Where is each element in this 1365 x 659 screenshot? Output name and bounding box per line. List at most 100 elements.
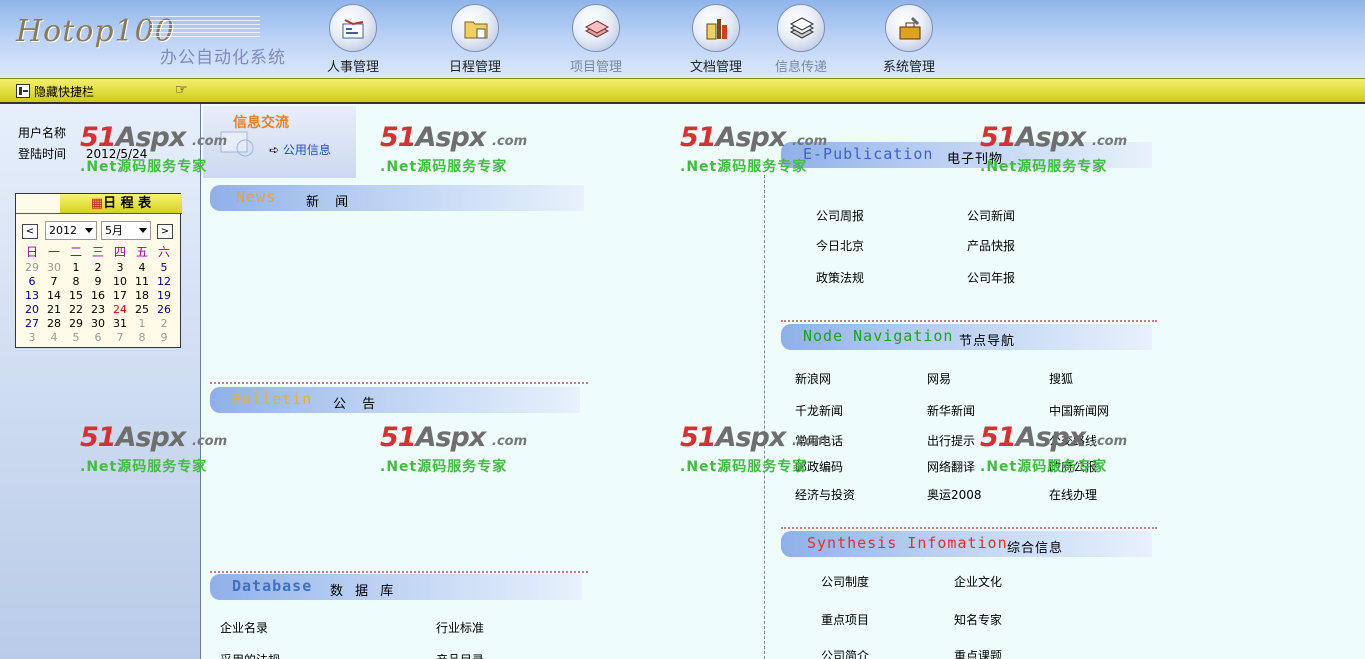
calendar-day[interactable]: 29 bbox=[21, 261, 43, 275]
calendar-day[interactable]: 3 bbox=[109, 261, 131, 275]
calendar-day[interactable]: 30 bbox=[87, 317, 109, 331]
node-link[interactable]: 网易 bbox=[927, 370, 951, 387]
calendar-day[interactable]: 18 bbox=[131, 289, 153, 303]
node-link[interactable]: 中国新闻网 bbox=[1049, 402, 1109, 419]
epub-link[interactable]: 今日北京 bbox=[816, 237, 864, 254]
calendar-day[interactable]: 4 bbox=[43, 331, 65, 345]
calendar-day[interactable]: 27 bbox=[21, 317, 43, 331]
nav-schedule-label: 日程管理 bbox=[448, 60, 501, 75]
synthesis-title-en: Synthesis Infomation bbox=[807, 534, 1008, 552]
calendar-day[interactable]: 28 bbox=[43, 317, 65, 331]
synthesis-link[interactable]: 重点项目 bbox=[821, 611, 869, 628]
documents-icon bbox=[692, 4, 740, 52]
calendar-day[interactable]: 6 bbox=[21, 275, 43, 289]
header-banner: Hotop100 办公自动化系统 人事管理 日程管理 项目管理 文档管理 信息传… bbox=[0, 0, 1365, 78]
calendar-day[interactable]: 5 bbox=[153, 261, 175, 275]
month-select[interactable]: 5月 bbox=[101, 221, 151, 240]
calendar-day[interactable]: 23 bbox=[87, 303, 109, 317]
database-link[interactable]: 行业标准 bbox=[436, 619, 484, 636]
calendar-day[interactable]: 5 bbox=[65, 331, 87, 345]
divider bbox=[781, 320, 1157, 322]
node-link[interactable]: 邮政编码 bbox=[795, 458, 843, 475]
nav-documents[interactable]: 文档管理 bbox=[676, 2, 756, 76]
node-link[interactable]: 常用电话 bbox=[795, 432, 843, 449]
calendar-day[interactable]: 17 bbox=[109, 289, 131, 303]
calendar-day[interactable]: 2 bbox=[87, 261, 109, 275]
calendar-day[interactable]: 8 bbox=[131, 331, 153, 345]
calendar-day[interactable]: 30 bbox=[43, 261, 65, 275]
calendar-day[interactable]: 1 bbox=[131, 317, 153, 331]
synthesis-link[interactable]: 重点课题 bbox=[954, 647, 1002, 659]
calendar-day[interactable]: 26 bbox=[153, 303, 175, 317]
calendar-day[interactable]: 6 bbox=[87, 331, 109, 345]
calendar-day[interactable]: 15 bbox=[65, 289, 87, 303]
nav-system[interactable]: 系统管理 bbox=[869, 2, 949, 76]
login-time-label: 登陆时间 bbox=[18, 147, 67, 161]
node-link[interactable]: 网络翻译 bbox=[927, 458, 975, 475]
calendar-day[interactable]: 8 bbox=[65, 275, 87, 289]
node-link[interactable]: 搜狐 bbox=[1049, 370, 1073, 387]
nav-system-label: 系统管理 bbox=[882, 60, 935, 75]
weekday-label: 三 bbox=[91, 245, 104, 259]
calendar-day[interactable]: 25 bbox=[131, 303, 153, 317]
calendar-day[interactable]: 13 bbox=[21, 289, 43, 303]
pointing-hand-icon[interactable]: ☞ bbox=[175, 82, 188, 98]
calendar-day[interactable]: 3 bbox=[21, 331, 43, 345]
node-link[interactable]: 在线办理 bbox=[1049, 486, 1097, 503]
calendar-day[interactable]: 4 bbox=[131, 261, 153, 275]
epub-link[interactable]: 公司周报 bbox=[816, 207, 864, 224]
epublication-title-cn: 电子刊物 bbox=[947, 152, 1004, 167]
epub-link[interactable]: 公司年报 bbox=[967, 269, 1015, 286]
calendar-day[interactable]: 20 bbox=[21, 303, 43, 317]
synthesis-link[interactable]: 企业文化 bbox=[954, 573, 1002, 590]
hide-shortcut-bar-button[interactable]: 隐藏快捷栏 bbox=[16, 83, 94, 99]
epub-link[interactable]: 公司新闻 bbox=[967, 207, 1015, 224]
synthesis-link[interactable]: 公司制度 bbox=[821, 573, 869, 590]
year-select[interactable]: 2012 bbox=[45, 221, 97, 240]
epub-link[interactable]: 政策法规 bbox=[816, 269, 864, 286]
nav-personnel[interactable]: 人事管理 bbox=[313, 2, 393, 76]
stack-icon bbox=[572, 4, 620, 52]
node-link[interactable]: 千龙新闻 bbox=[795, 402, 843, 419]
node-link[interactable]: 新华新闻 bbox=[927, 402, 975, 419]
node-link[interactable]: 奥运2008 bbox=[927, 486, 982, 503]
calendar-day[interactable]: 7 bbox=[109, 331, 131, 345]
synthesis-link[interactable]: 知名专家 bbox=[954, 611, 1002, 628]
nav-schedule[interactable]: 日程管理 bbox=[435, 2, 515, 76]
database-link[interactable]: 采用的法规 bbox=[220, 651, 280, 659]
folder-icon bbox=[451, 4, 499, 52]
nav-messaging[interactable]: 信息传递 bbox=[761, 2, 841, 76]
calendar-day[interactable]: 2 bbox=[153, 317, 175, 331]
calendar-day[interactable]: 9 bbox=[87, 275, 109, 289]
node-link[interactable]: 经济与投资 bbox=[795, 486, 855, 503]
epub-link[interactable]: 产品快报 bbox=[967, 237, 1015, 254]
node-link[interactable]: 出行提示 bbox=[927, 432, 975, 449]
calendar-day[interactable]: 24 bbox=[109, 303, 131, 317]
public-info-link[interactable]: ➪ 公用信息 bbox=[269, 141, 331, 158]
news-title-cn: 新 闻 bbox=[306, 195, 355, 210]
calendar-day[interactable]: 16 bbox=[87, 289, 109, 303]
database-link[interactable]: 产品目录 bbox=[436, 651, 484, 659]
node-link[interactable]: 公交路线 bbox=[1049, 432, 1097, 449]
nav-project[interactable]: 项目管理 bbox=[556, 2, 636, 76]
prev-month-button[interactable]: < bbox=[22, 224, 38, 239]
next-month-button[interactable]: > bbox=[157, 224, 173, 239]
calendar-day[interactable]: 21 bbox=[43, 303, 65, 317]
node-link[interactable]: 政府公报 bbox=[1049, 458, 1097, 475]
calendar-day[interactable]: 19 bbox=[153, 289, 175, 303]
weekday-label: 六 bbox=[157, 245, 170, 259]
calendar-day[interactable]: 31 bbox=[109, 317, 131, 331]
calendar-day[interactable]: 12 bbox=[153, 275, 175, 289]
database-link[interactable]: 企业名录 bbox=[220, 619, 268, 636]
calendar-day[interactable]: 9 bbox=[153, 331, 175, 345]
calendar-day[interactable]: 10 bbox=[109, 275, 131, 289]
synthesis-link[interactable]: 公司简介 bbox=[821, 647, 869, 659]
calendar-day[interactable]: 29 bbox=[65, 317, 87, 331]
logo-decoration bbox=[150, 16, 260, 38]
calendar-day[interactable]: 7 bbox=[43, 275, 65, 289]
calendar-day[interactable]: 14 bbox=[43, 289, 65, 303]
calendar-day[interactable]: 22 bbox=[65, 303, 87, 317]
calendar-day[interactable]: 1 bbox=[65, 261, 87, 275]
node-link[interactable]: 新浪网 bbox=[795, 370, 831, 387]
calendar-day[interactable]: 11 bbox=[131, 275, 153, 289]
